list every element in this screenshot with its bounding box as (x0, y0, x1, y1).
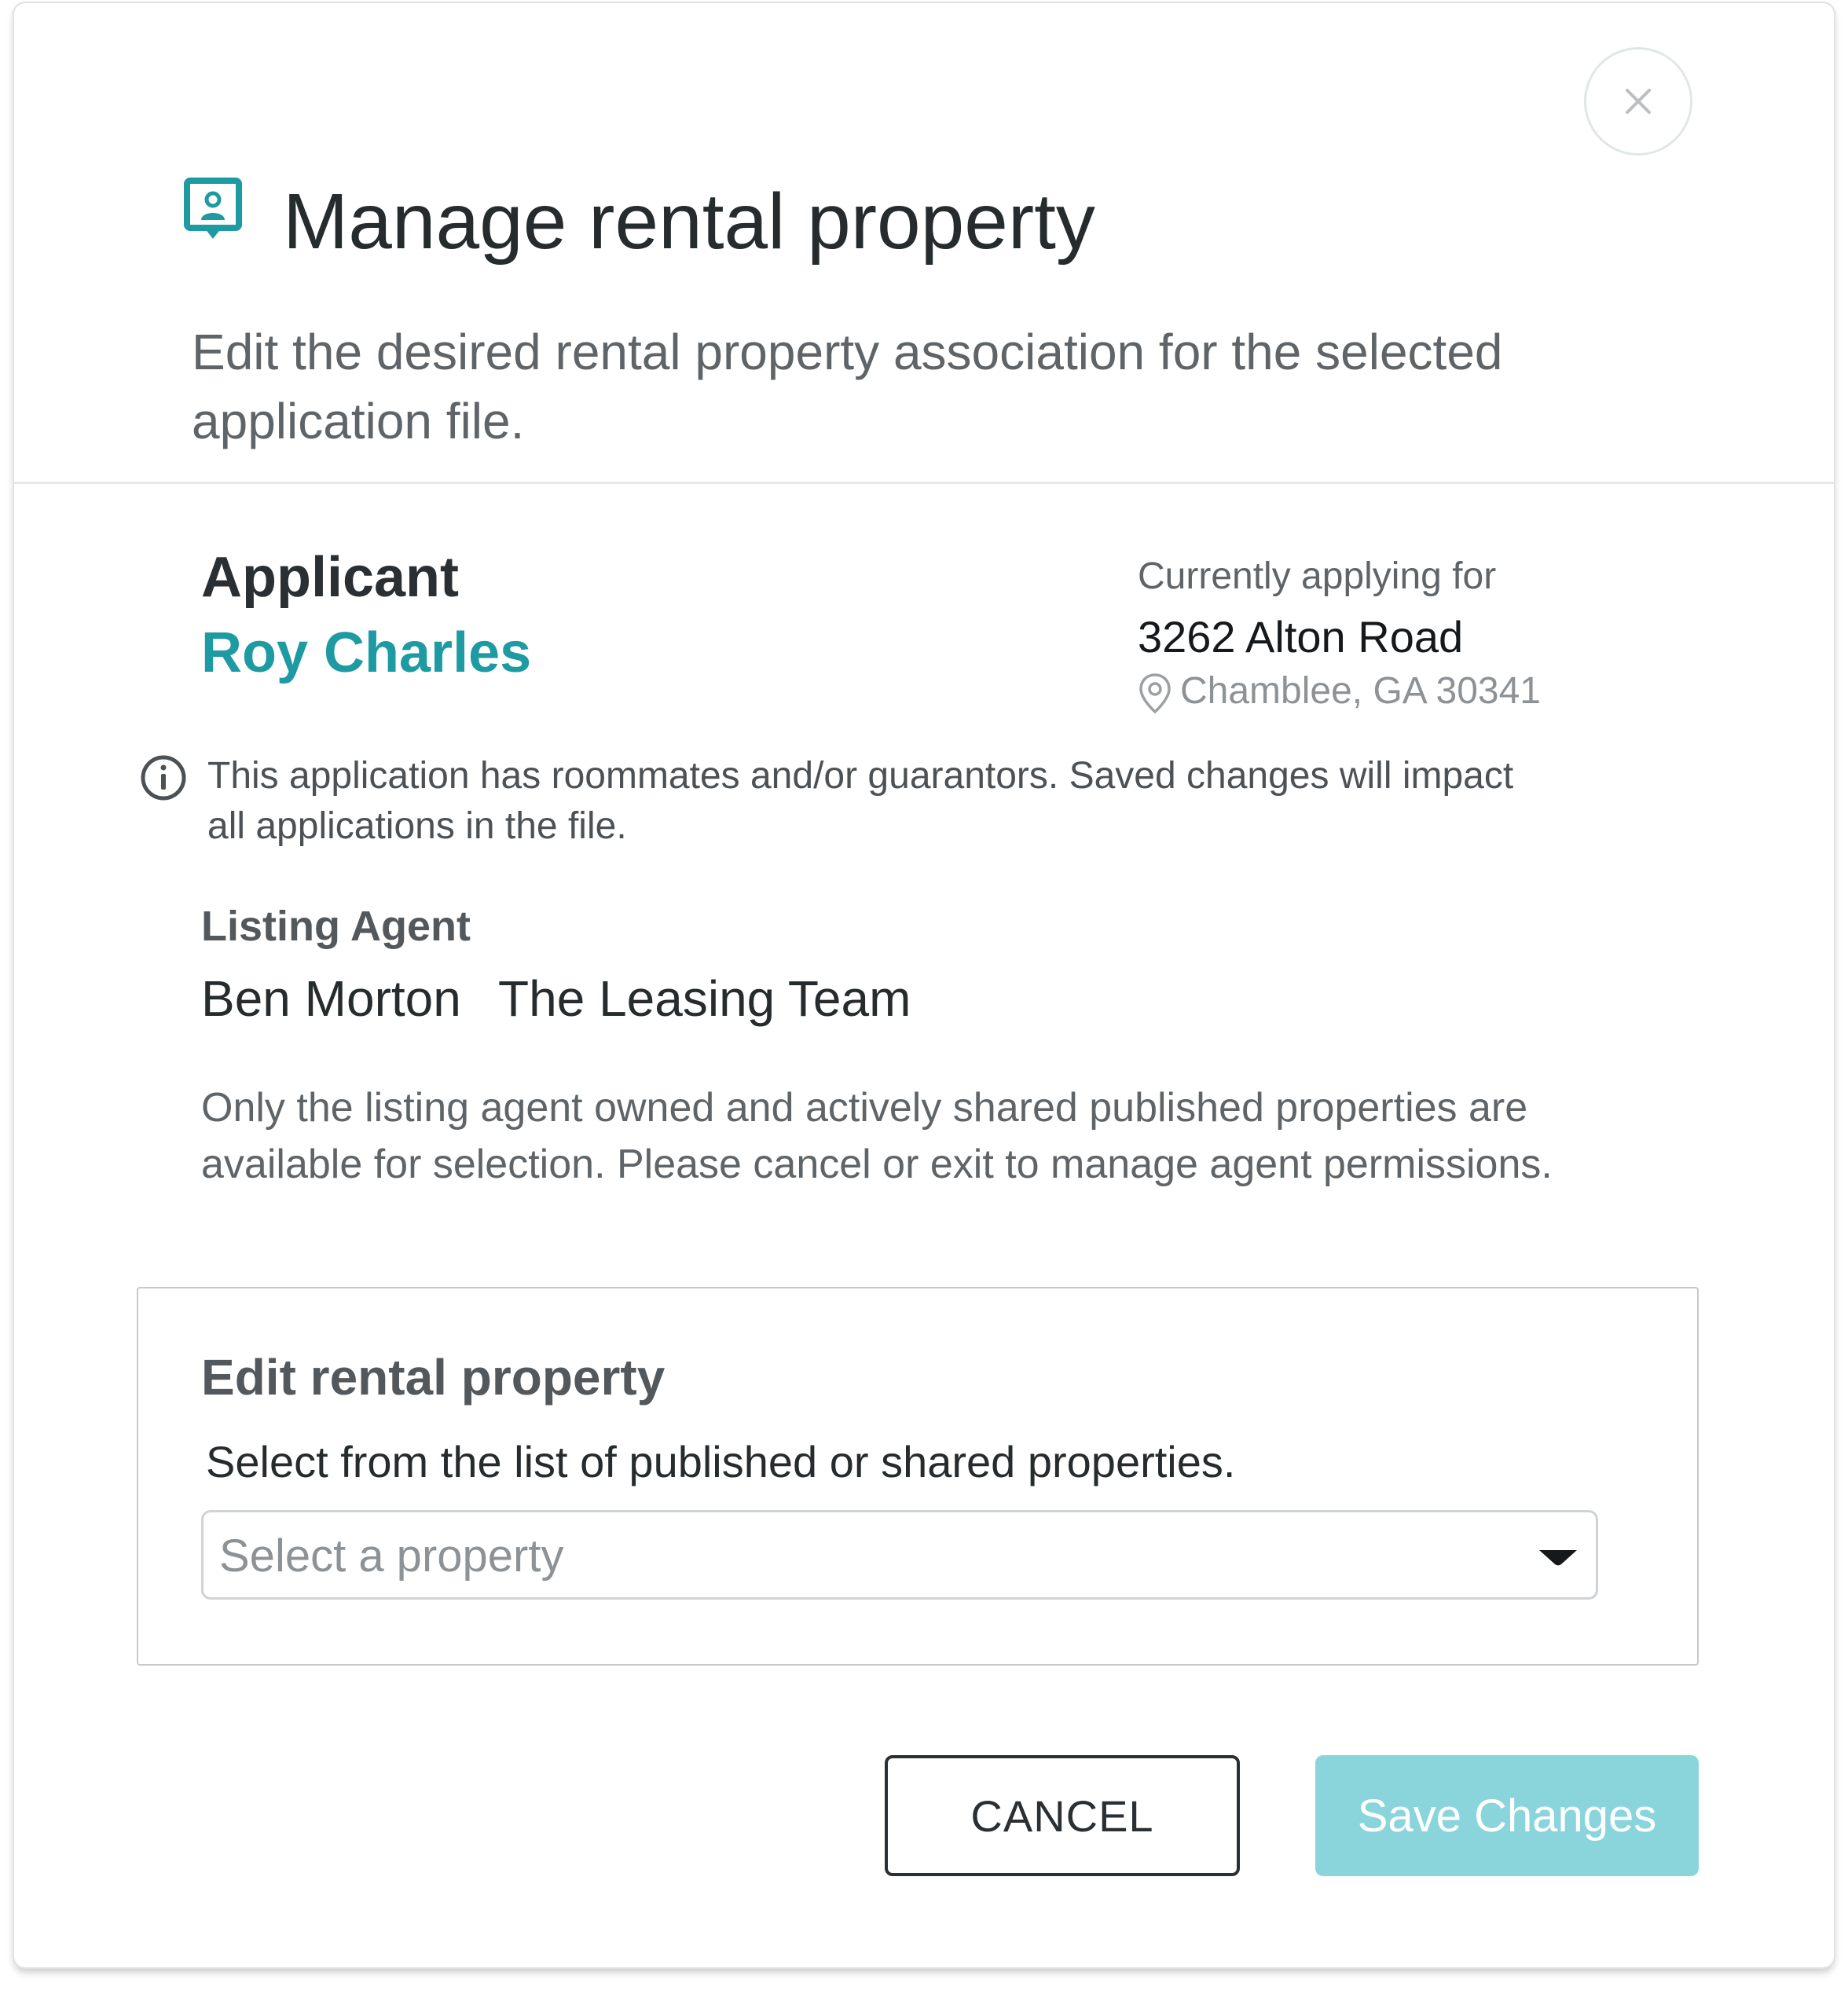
property-agent-icon (184, 178, 242, 239)
property-select-placeholder: Select a property (219, 1530, 564, 1582)
listing-agent-name: Ben Morton (201, 970, 461, 1027)
close-button[interactable] (1584, 47, 1692, 156)
edit-rental-property-title: Edit rental property (201, 1349, 666, 1406)
edit-rental-property-panel: Edit rental property Select from the lis… (137, 1287, 1699, 1666)
caret-down-icon (1539, 1550, 1577, 1566)
header-divider (14, 482, 1834, 484)
listing-agent-team: The Leasing Team (498, 970, 911, 1027)
dialog-subtitle: Edit the desired rental property associa… (192, 324, 1503, 449)
dialog-title: Manage rental property (283, 178, 1095, 266)
edit-rental-property-hint: Select from the list of published or sha… (206, 1437, 1236, 1486)
info-icon (141, 755, 186, 801)
applying-city: Chamblee, GA 30341 (1180, 670, 1541, 712)
map-pin-icon (1139, 673, 1171, 714)
applicant-name: Roy Charles (201, 621, 532, 684)
close-icon (1626, 89, 1651, 114)
manage-rental-property-dialog: Manage rental property Edit the desired … (14, 3, 1834, 1967)
listing-agent-label: Listing Agent (201, 903, 471, 950)
agent-permissions-notice: Only the listing agent owned and activel… (201, 1085, 1553, 1187)
applicant-label: Applicant (201, 546, 460, 609)
save-changes-button[interactable]: Save Changes (1315, 1755, 1699, 1876)
roommates-info-text: This application has roommates and/or gu… (207, 755, 1514, 847)
applying-street-address: 3262 Alton Road (1138, 612, 1464, 662)
property-select[interactable]: Select a property (201, 1510, 1598, 1600)
cancel-button[interactable]: CANCEL (885, 1755, 1240, 1876)
currently-applying-label: Currently applying for (1138, 555, 1497, 597)
